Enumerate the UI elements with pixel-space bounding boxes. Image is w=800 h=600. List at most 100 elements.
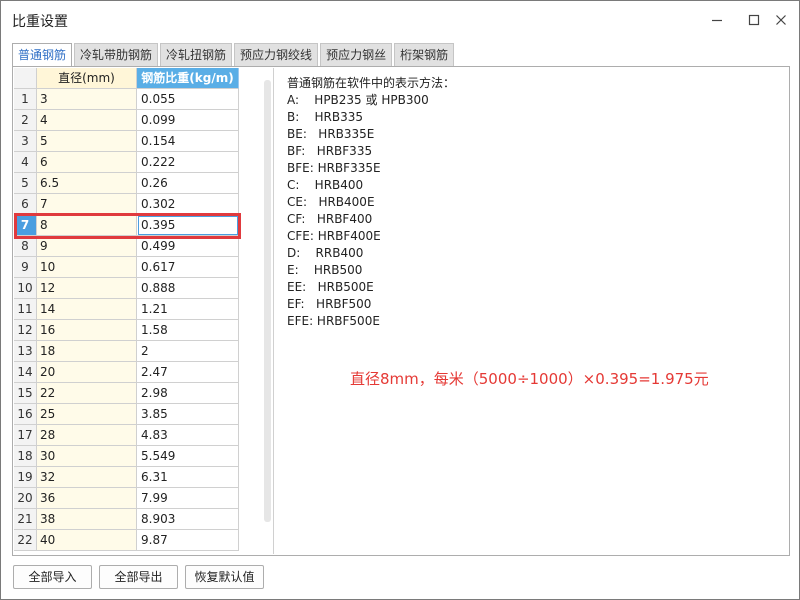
diameter-cell[interactable]: 6.5	[37, 173, 137, 194]
row-number[interactable]: 22	[14, 530, 37, 551]
row-number[interactable]: 10	[14, 278, 37, 299]
row-number[interactable]: 2	[14, 110, 37, 131]
table-row[interactable]: 3 5 0.154	[14, 131, 240, 152]
weight-cell[interactable]: 2.98	[137, 383, 239, 404]
row-number[interactable]: 19	[14, 467, 37, 488]
diameter-cell[interactable]: 36	[37, 488, 137, 509]
table-row[interactable]: 8 9 0.499	[14, 236, 240, 257]
table-row[interactable]: 7 8 0.395	[14, 215, 240, 236]
table-row[interactable]: 10 12 0.888	[14, 278, 240, 299]
maximize-icon[interactable]	[743, 10, 765, 30]
table-row[interactable]: 5 6.5 0.26	[14, 173, 240, 194]
diameter-cell[interactable]: 4	[37, 110, 137, 131]
weight-cell[interactable]: 0.154	[137, 131, 239, 152]
diameter-cell[interactable]: 8	[37, 215, 137, 236]
table-row[interactable]: 16 25 3.85	[14, 404, 240, 425]
tab-cold-rolled-ribbed[interactable]: 冷轧带肋钢筋	[74, 43, 159, 66]
diameter-cell[interactable]: 32	[37, 467, 137, 488]
weight-cell[interactable]: 5.549	[137, 446, 239, 467]
weight-cell[interactable]: 0.222	[137, 152, 239, 173]
table-row[interactable]: 18 30 5.549	[14, 446, 240, 467]
row-number[interactable]: 9	[14, 257, 37, 278]
weight-cell[interactable]: 0.099	[137, 110, 239, 131]
table-row[interactable]: 15 22 2.98	[14, 383, 240, 404]
row-number[interactable]: 17	[14, 425, 37, 446]
weight-cell[interactable]: 0.617	[137, 257, 239, 278]
diameter-cell[interactable]: 22	[37, 383, 137, 404]
diameter-cell[interactable]: 6	[37, 152, 137, 173]
import-all-button[interactable]: 全部导入	[13, 565, 92, 589]
diameter-cell[interactable]: 14	[37, 299, 137, 320]
table-row[interactable]: 2 4 0.099	[14, 110, 240, 131]
weight-cell[interactable]: 8.903	[137, 509, 239, 530]
diameter-cell[interactable]: 20	[37, 362, 137, 383]
diameter-cell[interactable]: 12	[37, 278, 137, 299]
weight-cell[interactable]: 9.87	[137, 530, 239, 551]
weight-cell[interactable]: 2	[137, 341, 239, 362]
weight-cell[interactable]: 0.888	[137, 278, 239, 299]
table-row[interactable]: 4 6 0.222	[14, 152, 240, 173]
table-row[interactable]: 19 32 6.31	[14, 467, 240, 488]
diameter-cell[interactable]: 28	[37, 425, 137, 446]
table-row[interactable]: 20 36 7.99	[14, 488, 240, 509]
row-number[interactable]: 20	[14, 488, 37, 509]
restore-default-button[interactable]: 恢复默认值	[185, 565, 264, 589]
table-row[interactable]: 6 7 0.302	[14, 194, 240, 215]
close-icon[interactable]	[770, 10, 792, 30]
weight-cell[interactable]: 0.055	[137, 89, 239, 110]
row-number[interactable]: 18	[14, 446, 37, 467]
row-number[interactable]: 14	[14, 362, 37, 383]
weight-cell[interactable]: 7.99	[137, 488, 239, 509]
vertical-scrollbar[interactable]	[262, 80, 272, 552]
diameter-cell[interactable]: 10	[37, 257, 137, 278]
table-row[interactable]: 12 16 1.58	[14, 320, 240, 341]
row-number[interactable]: 11	[14, 299, 37, 320]
row-number[interactable]: 7	[14, 215, 37, 236]
row-number[interactable]: 21	[14, 509, 37, 530]
minimize-icon[interactable]	[706, 10, 728, 30]
scrollbar-thumb[interactable]	[264, 80, 271, 522]
row-number[interactable]: 8	[14, 236, 37, 257]
tab-cold-rolled-twisted[interactable]: 冷轧扭钢筋	[160, 43, 233, 66]
diameter-cell[interactable]: 9	[37, 236, 137, 257]
row-number[interactable]: 13	[14, 341, 37, 362]
tab-prestressed-strand[interactable]: 预应力钢绞线	[234, 43, 319, 66]
diameter-cell[interactable]: 25	[37, 404, 137, 425]
diameter-cell[interactable]: 38	[37, 509, 137, 530]
diameter-cell[interactable]: 30	[37, 446, 137, 467]
weight-cell[interactable]: 4.83	[137, 425, 239, 446]
tab-truss-rebar[interactable]: 桁架钢筋	[394, 43, 455, 66]
table-row[interactable]: 14 20 2.47	[14, 362, 240, 383]
weight-cell[interactable]: 1.58	[137, 320, 239, 341]
diameter-cell[interactable]: 18	[37, 341, 137, 362]
table-row[interactable]: 13 18 2	[14, 341, 240, 362]
diameter-cell[interactable]: 3	[37, 89, 137, 110]
row-number[interactable]: 16	[14, 404, 37, 425]
table-row[interactable]: 21 38 8.903	[14, 509, 240, 530]
row-number[interactable]: 12	[14, 320, 37, 341]
export-all-button[interactable]: 全部导出	[99, 565, 178, 589]
weight-cell[interactable]: 1.21	[137, 299, 239, 320]
diameter-cell[interactable]: 7	[37, 194, 137, 215]
row-number[interactable]: 5	[14, 173, 37, 194]
row-number[interactable]: 3	[14, 131, 37, 152]
weight-cell[interactable]: 6.31	[137, 467, 239, 488]
row-number[interactable]: 15	[14, 383, 37, 404]
table-row[interactable]: 11 14 1.21	[14, 299, 240, 320]
weight-cell[interactable]: 0.302	[137, 194, 239, 215]
diameter-cell[interactable]: 16	[37, 320, 137, 341]
table-row[interactable]: 1 3 0.055	[14, 89, 240, 110]
table-row[interactable]: 9 10 0.617	[14, 257, 240, 278]
weight-cell[interactable]: 0.26	[137, 173, 239, 194]
row-number[interactable]: 4	[14, 152, 37, 173]
weight-cell[interactable]: 0.499	[137, 236, 239, 257]
diameter-cell[interactable]: 40	[37, 530, 137, 551]
table-row[interactable]: 17 28 4.83	[14, 425, 240, 446]
diameter-cell[interactable]: 5	[37, 131, 137, 152]
table-row[interactable]: 22 40 9.87	[14, 530, 240, 551]
weight-cell[interactable]: 0.395	[137, 215, 239, 236]
weight-cell[interactable]: 2.47	[137, 362, 239, 383]
tab-prestressed-wire[interactable]: 预应力钢丝	[320, 43, 393, 66]
row-number[interactable]: 1	[14, 89, 37, 110]
row-number[interactable]: 6	[14, 194, 37, 215]
